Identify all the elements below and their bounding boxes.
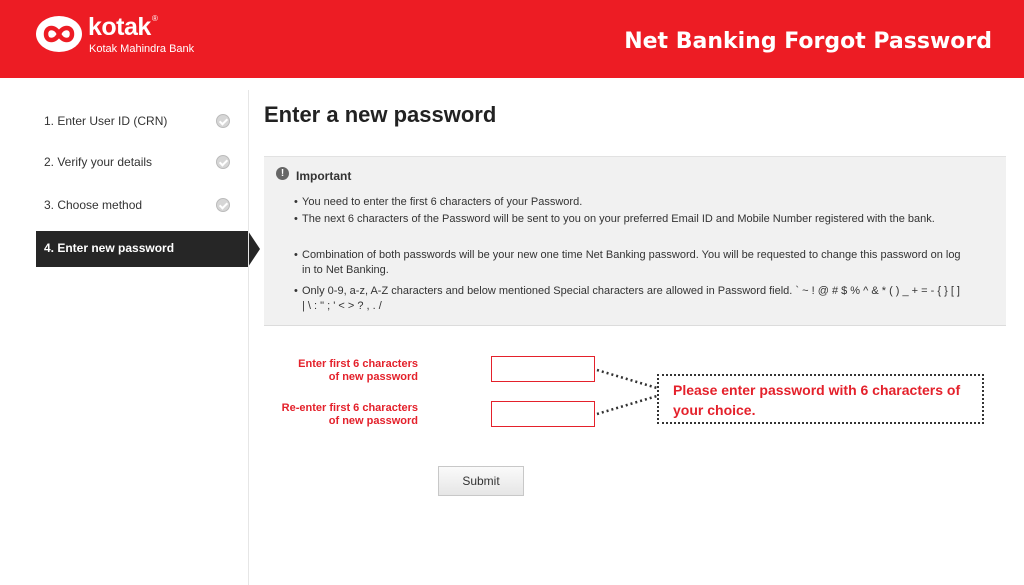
check-circle-icon [216,198,230,212]
first-password-input[interactable] [491,356,595,382]
step-choose-method: 3. Choose method [36,188,248,224]
submit-button[interactable]: Submit [438,466,524,496]
confirm-password-label: Re-enter first 6 characters of new passw… [258,402,418,428]
sidebar-divider [248,90,249,585]
step-enter-new-password: 4. Enter new password [36,231,260,267]
check-circle-icon [216,155,230,169]
step-label: 3. Choose method [44,198,143,212]
notice-item: You need to enter the first 6 characters… [294,195,962,210]
step-label: 2. Verify your details [44,155,153,169]
step-label: 1. Enter User ID (CRN) [44,114,168,128]
registered-mark: ® [152,14,158,23]
important-notice: ! Important You need to enter the first … [264,156,1006,326]
header-bar: kotak ® Kotak Mahindra Bank Net Banking … [0,0,1024,78]
notice-item: Combination of both passwords will be yo… [294,248,962,278]
exclamation-icon: ! [276,167,289,180]
confirm-password-input[interactable] [491,401,595,427]
step-label: 4. Enter new password [44,241,175,255]
step-verify-details: 2. Verify your details [36,145,248,181]
page-title: Enter a new password [264,102,497,127]
notice-item: Only 0-9, a-z, A-Z characters and below … [294,284,962,314]
step-enter-user-id: 1. Enter User ID (CRN) [36,104,248,140]
callout-connector [596,368,658,416]
notice-item: The next 6 characters of the Password wi… [294,212,962,227]
check-circle-icon [216,114,230,128]
password-hint-callout: Please enter password with 6 characters … [657,374,984,424]
brand-name: kotak [88,13,151,41]
label-line: Re-enter first 6 characters [281,402,418,414]
kotak-logo[interactable]: kotak ® Kotak Mahindra Bank [36,12,276,62]
label-line: of new password [328,415,418,427]
callout-text: Please enter password with 6 characters … [673,382,961,418]
label-line: of new password [328,371,418,383]
header-title: Net Banking Forgot Password [624,29,992,54]
kotak-infinity-icon [36,16,82,52]
important-heading: Important [296,169,352,183]
label-line: Enter first 6 characters [298,358,418,370]
first-password-label: Enter first 6 characters of new password [258,358,418,384]
brand-subtitle: Kotak Mahindra Bank [89,43,195,55]
